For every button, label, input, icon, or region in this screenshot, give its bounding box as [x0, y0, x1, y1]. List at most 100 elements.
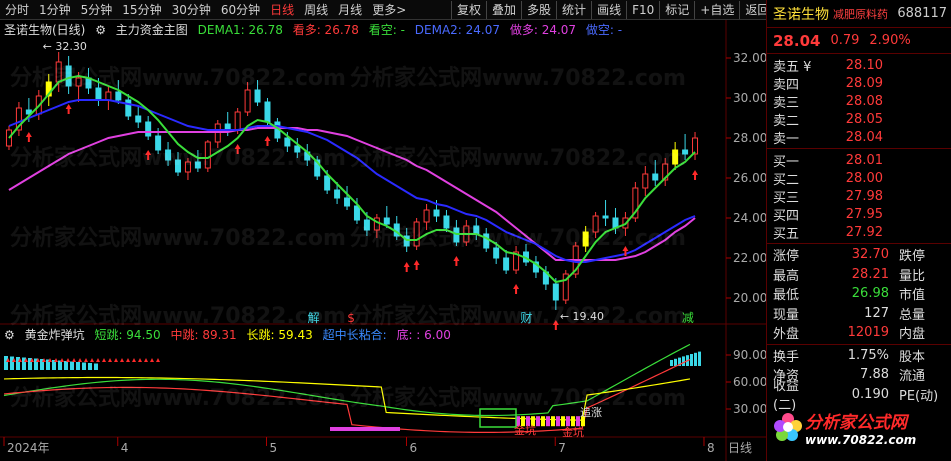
quote-row: 买一 28.01 — [767, 151, 951, 170]
candle-body — [363, 219, 370, 231]
up-signal-icon — [126, 358, 130, 362]
row-value: 1.75% — [847, 347, 889, 363]
quote-row: 买三 27.98 — [767, 187, 951, 206]
buy-arrow-icon — [513, 284, 520, 294]
row-label: 换手 — [773, 349, 800, 365]
quote-row: 现量 127 总量 — [767, 304, 951, 324]
quote-panel: 圣诺生物 减肥原料药 688117 28.04 0.79 2.90% 卖五 ¥ 2… — [766, 0, 951, 461]
up-signal-icon — [132, 358, 136, 362]
event-mark: 财 — [520, 311, 532, 325]
candle-body — [165, 149, 172, 161]
signal-bar — [16, 357, 20, 370]
up-signal-icon — [60, 358, 64, 362]
buy-arrow-icon — [264, 136, 271, 146]
stock-name: 圣诺生物 — [773, 6, 829, 23]
sub-tick-label: 90.00 — [733, 348, 766, 362]
bid-book: 买一 28.01 买二 28.00 买三 27.98 买四 27.95 买五 27.92 — [767, 149, 951, 244]
candle-body — [413, 221, 420, 247]
up-signal-icon — [114, 358, 118, 362]
up-signal-icon — [102, 358, 106, 362]
bottom-bar — [536, 416, 540, 427]
bottom-bar — [571, 416, 575, 427]
low-price-label: ← 19.40 — [560, 310, 604, 323]
row-value: 28.08 — [845, 93, 883, 109]
quote-row: 卖二 28.05 — [767, 110, 951, 129]
candle-body — [65, 65, 72, 87]
candle-body — [652, 173, 659, 181]
candle-body — [194, 161, 201, 169]
date-tick-label: 8 — [707, 441, 715, 455]
row-label: 买四 — [773, 208, 800, 224]
row-label: 涨停 — [773, 249, 800, 265]
quote-row: 买二 28.00 — [767, 169, 951, 188]
quote-row: 最低 26.98 市值 — [767, 284, 951, 304]
kline-chart[interactable]: ← 32.30 ← 19.40 解 $ 财 减 追涨金坑 金坑 32.00 30.00 28.0… — [0, 0, 766, 461]
up-signal-icon — [84, 358, 88, 362]
row-label-2: 流通 — [899, 369, 926, 385]
row-value: 28.05 — [845, 111, 883, 127]
up-signal-icon — [156, 358, 160, 362]
signal-bar — [82, 362, 86, 370]
candle-body — [324, 175, 331, 191]
price-tick-label: 30.00 — [733, 91, 766, 105]
date-tick-label: 7 — [558, 441, 566, 455]
up-signal-icon — [78, 358, 82, 362]
row-value: 28.04 — [845, 129, 883, 145]
up-signal-icon — [138, 358, 142, 362]
quote-row: 卖三 28.08 — [767, 92, 951, 111]
magenta-ma-line — [8, 127, 696, 261]
quote-row: 涨停 32.70 跌停 — [767, 245, 951, 265]
candle-body — [642, 173, 649, 189]
candle-body — [234, 111, 241, 131]
row-value: 28.01 — [845, 152, 883, 168]
candle-body — [473, 225, 480, 235]
bottom-bar — [551, 416, 555, 427]
up-signal-icon — [108, 358, 112, 362]
row-value: 32.70 — [851, 247, 889, 263]
candle-body — [483, 233, 490, 249]
row-label-2: 跌停 — [899, 249, 926, 265]
signal-bar — [76, 362, 80, 370]
concept-tag[interactable]: 减肥原料药 — [833, 6, 888, 22]
dema2-line — [8, 99, 696, 263]
signal-bar — [94, 363, 98, 370]
signal-bar — [64, 361, 68, 370]
quote-row: 最高 28.21 量比 — [767, 265, 951, 285]
buy-arrow-icon — [692, 170, 699, 180]
logo-url: www.70822.com — [805, 432, 917, 447]
row-label: 最低 — [773, 288, 800, 304]
quote-row: 外盘 12019 内盘 — [767, 323, 951, 343]
event-mark: 解 — [307, 311, 319, 325]
row-value: 26.98 — [851, 286, 889, 302]
row-label-2: 总量 — [899, 307, 926, 323]
row-value: 28.21 — [851, 266, 889, 282]
last-price: 28.04 — [773, 31, 821, 50]
buy-arrow-icon — [413, 260, 420, 270]
candle-body — [423, 209, 430, 223]
logo-text: 分析家公式网 — [805, 412, 907, 433]
row-label-2: 内盘 — [899, 327, 926, 343]
bottom-bar — [330, 427, 400, 431]
candle-body — [552, 283, 559, 301]
candle-body — [284, 137, 291, 147]
candle-body — [582, 231, 589, 247]
candle-body — [184, 161, 191, 173]
site-logo: 分析家公式网 www.70822.com — [767, 398, 951, 461]
signal-bar — [682, 356, 685, 366]
buy-arrow-icon — [145, 150, 152, 160]
candle-body — [155, 135, 162, 151]
signal-bar — [88, 363, 92, 370]
candle-body — [264, 101, 271, 123]
candle-body — [5, 129, 12, 147]
price-tick-label: 26.00 — [733, 171, 766, 185]
signal-bar — [10, 356, 14, 370]
candle-body — [175, 159, 181, 173]
period-label: 日线 — [728, 441, 752, 455]
date-tick-label: 6 — [409, 441, 417, 455]
bottom-bar — [561, 416, 565, 427]
candle-body — [294, 145, 301, 153]
candle-body — [254, 89, 261, 103]
price-change-pct: 2.90% — [869, 33, 911, 48]
up-signal-icon — [144, 358, 148, 362]
row-label-2: 市值 — [899, 288, 926, 304]
